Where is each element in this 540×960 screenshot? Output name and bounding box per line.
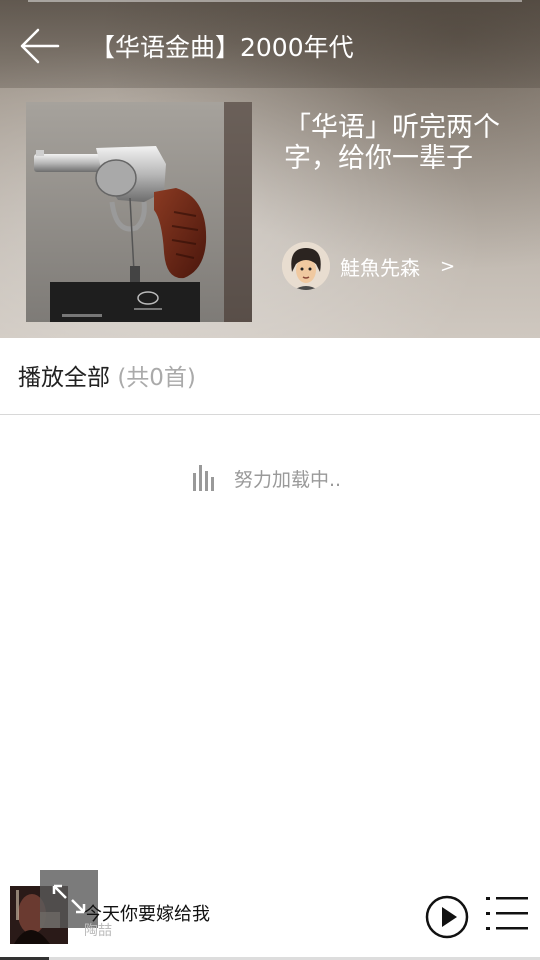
play-all-label-row: 播放全部 (共0首)	[18, 358, 196, 392]
equalizer-icon	[193, 465, 214, 491]
playlist-cover[interactable]	[26, 102, 252, 322]
loading-text: 努力加载中..	[234, 468, 342, 491]
play-all-button[interactable]: 播放全部 (共0首)	[0, 338, 540, 415]
arrow-left-icon	[20, 28, 60, 64]
play-all-label: 播放全部	[18, 365, 110, 391]
playlist-icon	[486, 897, 528, 930]
chevron-right-icon: >	[440, 255, 456, 277]
creator-link[interactable]: 鮭魚先森 >	[282, 240, 455, 292]
loading-indicator: 努力加载中..	[192, 460, 341, 496]
page-title: 【华语金曲】2000年代	[90, 33, 354, 62]
play-button[interactable]	[424, 894, 470, 940]
playlist-description: 「华语」听完两个字，给你一辈子	[284, 112, 500, 174]
mini-player[interactable]: 今天你要嫁给我 陶喆	[0, 870, 540, 960]
playlist-header: 【华语金曲】2000年代 「华语」听完两个字，给你一辈子 鮭魚先森 >	[0, 0, 540, 338]
play-icon	[425, 895, 469, 939]
song-artist: 陶喆	[84, 923, 112, 939]
status-line	[28, 0, 522, 2]
back-button[interactable]	[18, 26, 62, 66]
creator-name: 鮭魚先森	[340, 255, 420, 280]
playlist-button[interactable]	[484, 894, 530, 934]
revolver-image	[26, 102, 252, 322]
avatar	[282, 242, 330, 290]
song-count: (共0首)	[117, 365, 196, 391]
avatar-icon	[282, 242, 330, 290]
